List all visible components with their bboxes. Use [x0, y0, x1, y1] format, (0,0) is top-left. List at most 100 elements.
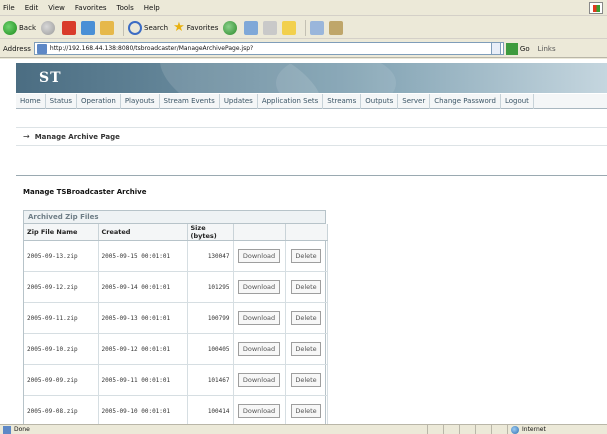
column-header-download — [233, 224, 286, 241]
table-row: 2005-09-09.zip 2005-09-11 00:01:01 10146… — [24, 364, 328, 396]
windows-logo-icon — [589, 2, 603, 14]
file-size: 100414 — [187, 395, 234, 424]
mail-icon — [263, 20, 278, 35]
site-logo: ST — [39, 70, 62, 86]
download-button[interactable]: Download — [237, 311, 281, 325]
page-header: → Manage Archive Page — [16, 127, 607, 146]
menu-file[interactable]: File — [3, 4, 15, 12]
forward-arrow-icon — [41, 20, 55, 35]
banner-decoration — [276, 63, 396, 93]
created-date: 2005-09-10 00:01:01 — [98, 395, 188, 424]
address-label: Address — [3, 44, 31, 53]
download-button[interactable]: Download — [237, 404, 281, 418]
delete-button[interactable]: Delete — [291, 404, 321, 418]
created-date: 2005-09-15 00:01:01 — [98, 240, 188, 272]
refresh-button[interactable] — [81, 20, 95, 35]
menu-favorites[interactable]: Favorites — [75, 4, 107, 12]
created-date: 2005-09-13 00:01:01 — [98, 302, 188, 334]
nav-operation[interactable]: Operation — [77, 93, 121, 109]
back-button[interactable]: Back — [3, 20, 36, 35]
stop-button[interactable] — [62, 20, 76, 35]
links-button[interactable]: Links — [538, 45, 556, 53]
folder-icon — [282, 20, 297, 35]
nav-outputs[interactable]: Outputs — [361, 93, 399, 109]
file-size: 100405 — [187, 333, 234, 365]
status-bar: Done Internet — [0, 424, 607, 434]
zip-file-name: 2005-09-13.zip — [24, 240, 99, 272]
zip-file-name: 2005-09-10.zip — [24, 333, 99, 365]
nav-application-sets[interactable]: Application Sets — [258, 93, 324, 109]
page-title: Manage Archive Page — [34, 132, 120, 141]
search-label: Search — [144, 23, 169, 32]
table-row: 2005-09-12.zip 2005-09-14 00:01:01 10129… — [24, 271, 328, 303]
archive-caption: Archived Zip Files — [24, 211, 325, 224]
site-nav: Home Status Operation Playouts Stream Ev… — [16, 93, 607, 109]
divider — [16, 175, 607, 176]
go-label: Go — [519, 44, 530, 53]
bars-button[interactable] — [310, 20, 325, 35]
zip-file-name: 2005-09-12.zip — [24, 271, 99, 303]
menu-edit[interactable]: Edit — [25, 4, 39, 12]
page-viewport: ST Home Status Operation Playouts Stream… — [0, 59, 607, 424]
download-button[interactable]: Download — [237, 342, 281, 356]
nav-logout[interactable]: Logout — [501, 93, 534, 109]
arrow-right-icon: → — [23, 132, 30, 141]
menu-view[interactable]: View — [48, 4, 65, 12]
folder-button[interactable] — [282, 20, 297, 35]
delete-button[interactable]: Delete — [291, 342, 321, 356]
page-icon — [36, 44, 47, 54]
address-input[interactable]: http://192.168.44.138:8080/tsbroadcaster… — [33, 42, 504, 55]
back-arrow-icon — [3, 20, 17, 35]
status-cell — [491, 424, 507, 434]
download-button[interactable]: Download — [237, 280, 281, 294]
home-icon — [100, 20, 114, 35]
people-icon — [329, 20, 344, 35]
table-row: 2005-09-10.zip 2005-09-12 00:01:01 10040… — [24, 333, 328, 365]
forward-button[interactable] — [41, 20, 57, 35]
nav-home[interactable]: Home — [16, 93, 46, 109]
toolbar-separator — [123, 19, 124, 36]
table-header-row: Zip File Name Created Size (bytes) — [24, 224, 328, 241]
delete-button[interactable]: Delete — [291, 280, 321, 294]
status-cell — [459, 424, 475, 434]
search-button[interactable]: Search — [128, 20, 169, 35]
delete-button[interactable]: Delete — [291, 311, 321, 325]
home-button[interactable] — [100, 20, 114, 35]
nav-change-password[interactable]: Change Password — [430, 93, 501, 109]
nav-streams[interactable]: Streams — [323, 93, 362, 109]
status-cells: Internet — [427, 424, 607, 434]
favorites-button[interactable]: ★ Favorites — [173, 20, 218, 35]
file-size: 100799 — [187, 302, 234, 334]
column-header-created: Created — [98, 224, 188, 241]
browser-toolbar: Back Search ★ Favorites — [0, 17, 607, 39]
media-icon — [223, 20, 238, 35]
refresh-icon — [81, 20, 95, 35]
media-button[interactable] — [223, 20, 239, 35]
download-button[interactable]: Download — [237, 373, 281, 387]
address-bar: Address http://192.168.44.138:8080/tsbro… — [0, 40, 607, 58]
address-url: http://192.168.44.138:8080/tsbroadcaster… — [49, 45, 254, 52]
section-title: Manage TSBroadcaster Archive — [23, 188, 147, 196]
stop-icon — [62, 20, 76, 35]
search-icon — [128, 20, 142, 35]
delete-button[interactable]: Delete — [291, 373, 321, 387]
nav-stream-events[interactable]: Stream Events — [160, 93, 220, 109]
menu-bar: File Edit View Favorites Tools Help — [0, 0, 607, 16]
security-zone: Internet — [507, 424, 607, 434]
download-button[interactable]: Download — [237, 249, 281, 263]
nav-updates[interactable]: Updates — [220, 93, 258, 109]
file-size: 130047 — [187, 240, 234, 272]
zip-file-name: 2005-09-11.zip — [24, 302, 99, 334]
menu-help[interactable]: Help — [144, 4, 160, 12]
contacts-button[interactable] — [329, 20, 344, 35]
nav-status[interactable]: Status — [46, 93, 77, 109]
nav-playouts[interactable]: Playouts — [121, 93, 160, 109]
address-dropdown-button[interactable] — [490, 42, 501, 55]
go-arrow-icon — [505, 42, 518, 55]
menu-tools[interactable]: Tools — [117, 4, 134, 12]
delete-button[interactable]: Delete — [291, 249, 321, 263]
nav-server[interactable]: Server — [398, 93, 431, 109]
go-button[interactable]: Go — [505, 42, 530, 55]
history-button[interactable] — [244, 20, 259, 35]
mail-button[interactable] — [263, 20, 278, 35]
